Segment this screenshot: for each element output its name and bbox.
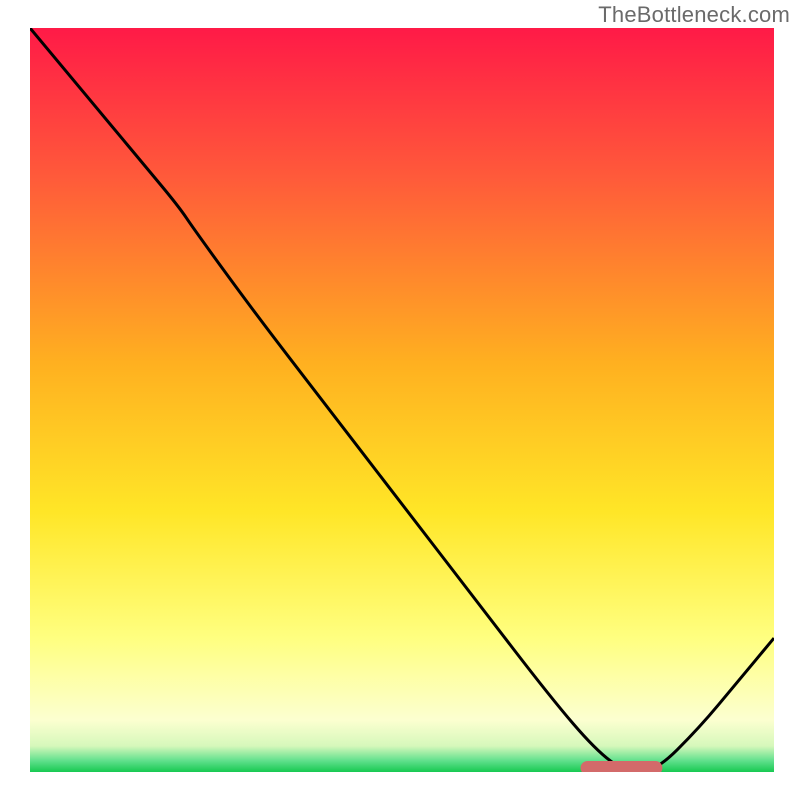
- page-root: TheBottleneck.com: [0, 0, 800, 800]
- chart: [30, 28, 774, 772]
- watermark-text: TheBottleneck.com: [598, 2, 790, 28]
- chart-background: [30, 28, 774, 772]
- optimum-marker: [581, 761, 663, 772]
- chart-svg: [30, 28, 774, 772]
